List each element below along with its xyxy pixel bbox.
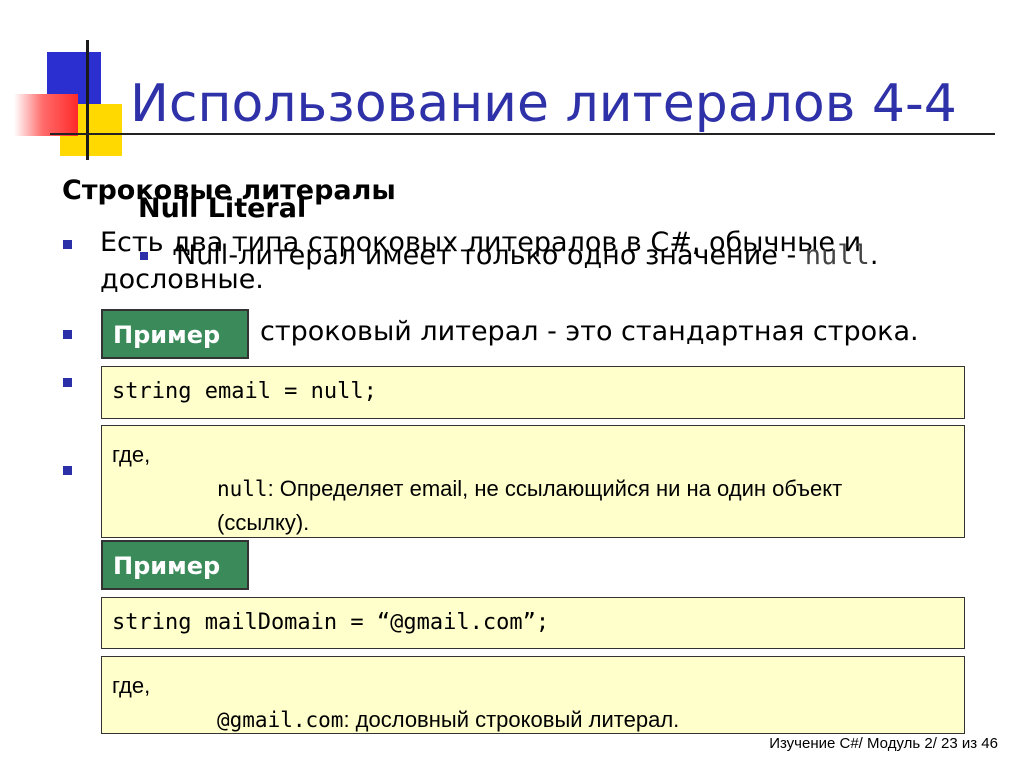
null-literal-bullet: Null-литерал имеет только одно значение … bbox=[176, 240, 879, 271]
example-2-explanation-box: где, @gmail.com: дословный строковый лит… bbox=[101, 656, 965, 734]
null-literal-heading: Null Literal bbox=[138, 193, 307, 224]
bullet-marker bbox=[63, 240, 72, 249]
example-1-definition: null: Определяет email, не ссылающийся н… bbox=[217, 476, 843, 535]
example-2-code-box: string mailDomain = “@gmail.com”; bbox=[101, 597, 965, 649]
bullet-marker bbox=[63, 378, 72, 387]
example-2-definition: @gmail.com: дословный строковый литерал. bbox=[217, 707, 680, 732]
example-label-1: Пример bbox=[101, 309, 249, 359]
bullet-marker bbox=[63, 330, 72, 339]
string-bullet-2: строковый литерал - это стандартная стро… bbox=[260, 316, 919, 347]
example-1-explanation-box: где, null: Определяет email, не ссылающи… bbox=[101, 425, 965, 538]
logo-red-square bbox=[14, 94, 78, 136]
slide-footer: Изучение C#/ Модуль 2/ 23 из 46 bbox=[769, 735, 998, 752]
where-label: где, bbox=[112, 442, 151, 467]
bullet-marker bbox=[63, 466, 72, 475]
bullet-marker bbox=[140, 252, 148, 260]
where-label: где, bbox=[112, 673, 151, 698]
example-1-code-box: string email = null; bbox=[101, 366, 965, 419]
slide-title: Использование литералов 4-4 bbox=[130, 74, 957, 134]
logo-vertical-line bbox=[86, 40, 89, 160]
example-label-2: Пример bbox=[101, 540, 249, 590]
